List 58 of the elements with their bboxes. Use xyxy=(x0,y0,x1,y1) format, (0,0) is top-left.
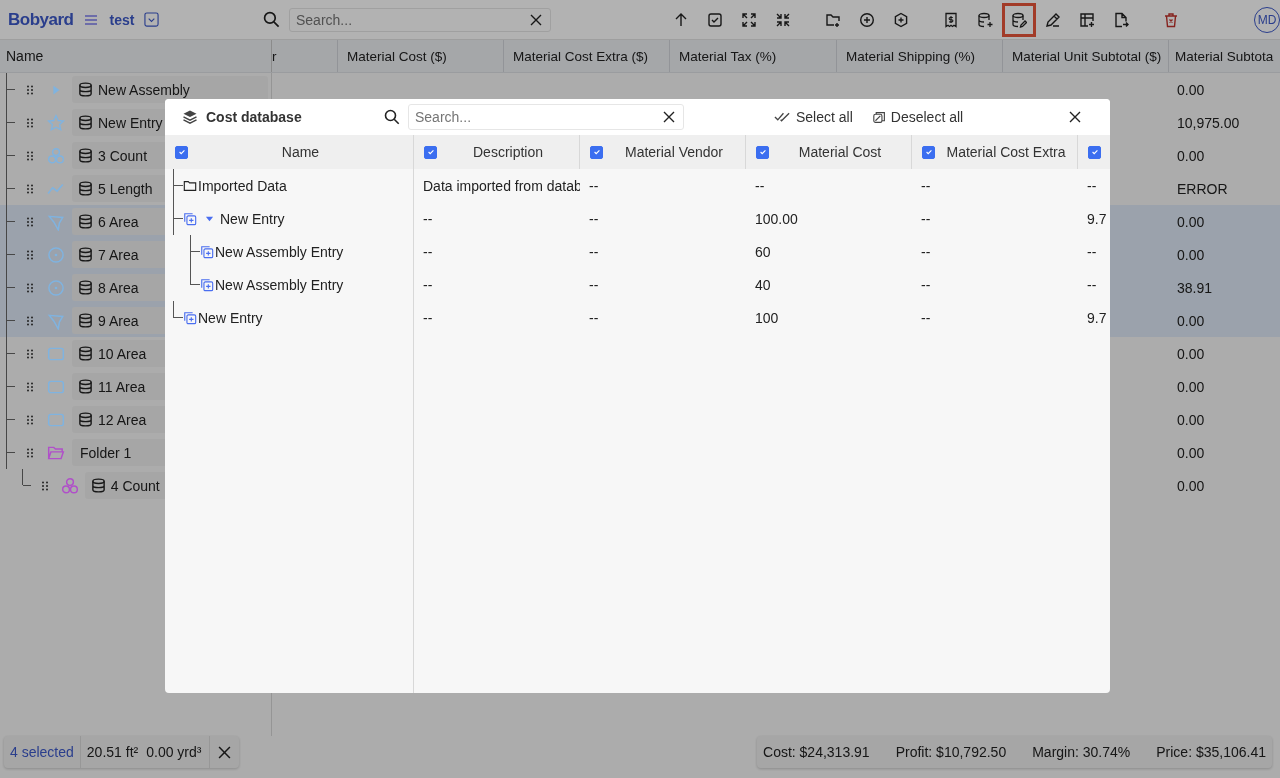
table-cell: 0.00 xyxy=(1177,477,1205,494)
column-header: Material Cost Extra xyxy=(945,144,1067,160)
table-cell: 0.00 xyxy=(1177,213,1205,230)
table-cell: -- xyxy=(921,243,931,260)
table-cell: -- xyxy=(589,210,599,227)
table-cell: -- xyxy=(589,243,599,260)
column-header: Material Cost xyxy=(797,144,883,160)
table-cell: 9.7 xyxy=(1087,309,1107,326)
table-cell: 100.00 xyxy=(755,210,798,227)
volume-total: 0.00 yrd³ xyxy=(144,736,211,768)
total-value: Margin: 30.74% xyxy=(1032,744,1131,760)
table-cell: -- xyxy=(921,177,931,194)
total-value: Profit: $10,792.50 xyxy=(895,744,1007,760)
table-cell: -- xyxy=(589,276,599,293)
table-cell: -- xyxy=(921,210,931,227)
table-cell: ERROR xyxy=(1177,180,1228,197)
table-cell: -- xyxy=(423,276,433,293)
column-header: Description xyxy=(472,144,544,160)
table-cell: 10,975.00 xyxy=(1177,114,1240,131)
table-cell: 40 xyxy=(755,276,771,293)
column-header: Material Shipping (%) xyxy=(846,48,976,64)
table-cell: -- xyxy=(1087,177,1097,194)
table-cell: -- xyxy=(755,177,765,194)
table-cell: -- xyxy=(921,276,931,293)
table-cell: 0.00 xyxy=(1177,246,1205,263)
table-cell: -- xyxy=(423,210,433,227)
table-cell: 0.00 xyxy=(1177,444,1205,461)
table-cell: 0.00 xyxy=(1177,147,1205,164)
column-header: Material Tax (%) xyxy=(679,48,777,64)
column-header: Material Vendor xyxy=(623,144,725,160)
column-header: Name xyxy=(0,40,272,72)
table-cell: 0.00 xyxy=(1177,312,1205,329)
table-cell: 0.00 xyxy=(1177,345,1205,362)
logo: Bobyard xyxy=(8,9,74,30)
column-header: Material Cost ($) xyxy=(347,48,447,64)
table-cell: -- xyxy=(589,177,599,194)
table-cell: -- xyxy=(423,309,433,326)
table-cell: 0.00 xyxy=(1177,411,1205,428)
area-total: 20.51 ft² xyxy=(85,744,140,760)
dialog-title: Cost database xyxy=(206,109,303,125)
column-header: Name xyxy=(280,144,321,160)
table-cell: -- xyxy=(423,243,433,260)
table-cell: 9.7 xyxy=(1087,210,1107,227)
table-cell: 38.91 xyxy=(1177,279,1213,296)
table-cell: -- xyxy=(921,309,931,326)
table-cell: -- xyxy=(589,309,599,326)
column-header: Material Unit Subtotal ($) xyxy=(1012,48,1162,64)
table-cell: -- xyxy=(1087,243,1097,260)
column-header: Material Cost Extra ($) xyxy=(513,48,649,64)
column-header: Material Subtota xyxy=(1175,48,1274,64)
table-cell: 0.00 xyxy=(1177,378,1205,395)
column-header: r xyxy=(272,48,277,64)
table-cell: -- xyxy=(1087,276,1097,293)
total-value: Cost: $24,313.91 xyxy=(763,744,870,760)
total-value: Price: $35,106.41 xyxy=(1156,744,1266,760)
table-cell: 100 xyxy=(755,309,779,326)
table-cell: 0.00 xyxy=(1177,81,1205,98)
table-cell: 60 xyxy=(755,243,771,260)
